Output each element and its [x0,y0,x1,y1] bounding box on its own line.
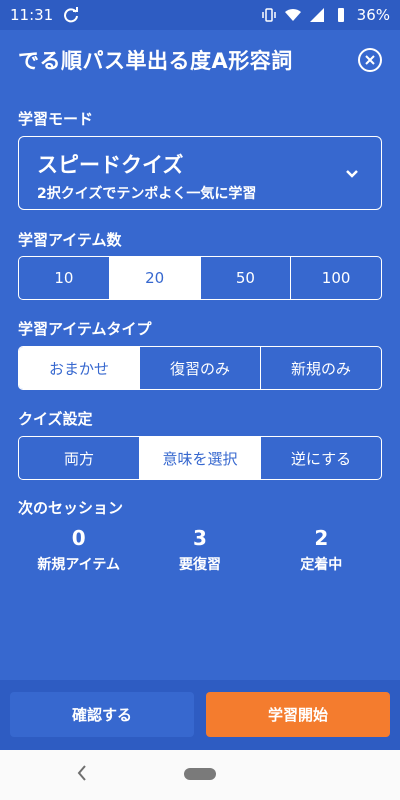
system-nav-bar [0,750,400,800]
stat-value: 3 [193,526,207,550]
back-icon[interactable] [75,763,89,783]
battery-icon [337,8,344,22]
stat-new-items: 0 新規アイテム [18,526,139,574]
page-title: でる順パス単出る度A形容詞 [18,49,293,73]
clock: 11:31 [10,6,54,24]
home-pill[interactable] [184,768,216,780]
item-count-selector: 10 20 50 100 [18,256,382,300]
close-icon [365,55,375,65]
item-count-option-50[interactable]: 50 [201,257,292,299]
item-type-label: 学習アイテムタイプ [18,320,152,338]
item-count-option-100[interactable]: 100 [291,257,381,299]
stat-learning: 2 定着中 [261,526,382,574]
start-learning-button[interactable]: 学習開始 [206,692,390,737]
sync-icon [64,7,79,23]
quiz-settings-label: クイズ設定 [18,410,93,428]
stat-value: 0 [71,526,86,550]
app-header: でる順パス単出る度A形容詞 [0,30,400,90]
item-type-option-new[interactable]: 新規のみ [261,347,381,389]
mode-dropdown[interactable]: スピードクイズ 2択クイズでテンポよく一気に学習 [18,136,382,210]
quiz-settings-selector: 両方 意味を選択 逆にする [18,436,382,480]
item-type-option-review[interactable]: 復習のみ [140,347,261,389]
mode-label: 学習モード [18,110,94,128]
stat-review: 3 要復習 [139,526,260,574]
status-bar: 11:31 36% [0,0,400,30]
chevron-down-icon [346,170,358,178]
mode-description: 2択クイズでテンポよく一気に学習 [37,186,257,202]
item-count-label: 学習アイテム数 [18,231,122,249]
signal-icon [309,8,324,22]
quiz-option-both[interactable]: 両方 [19,437,140,479]
mode-name: スピードクイズ [37,153,184,177]
stat-value: 2 [314,526,329,550]
wifi-icon [284,8,301,21]
stat-label: 定着中 [300,557,343,573]
next-session-label: 次のセッション [18,499,124,517]
quiz-option-meaning[interactable]: 意味を選択 [140,437,261,479]
item-type-option-auto[interactable]: おまかせ [19,347,140,389]
battery-level: 36% [356,6,390,24]
vibrate-icon [261,8,276,22]
confirm-button[interactable]: 確認する [10,692,194,737]
stat-label: 要復習 [178,557,221,573]
item-count-option-10[interactable]: 10 [19,257,110,299]
next-session-stats: 0 新規アイテム 3 要復習 2 定着中 [18,526,382,574]
item-type-selector: おまかせ 復習のみ 新規のみ [18,346,382,390]
quiz-option-reverse[interactable]: 逆にする [261,437,381,479]
stat-label: 新規アイテム [37,557,120,573]
close-button[interactable] [358,48,382,72]
item-count-option-20[interactable]: 20 [109,257,201,299]
